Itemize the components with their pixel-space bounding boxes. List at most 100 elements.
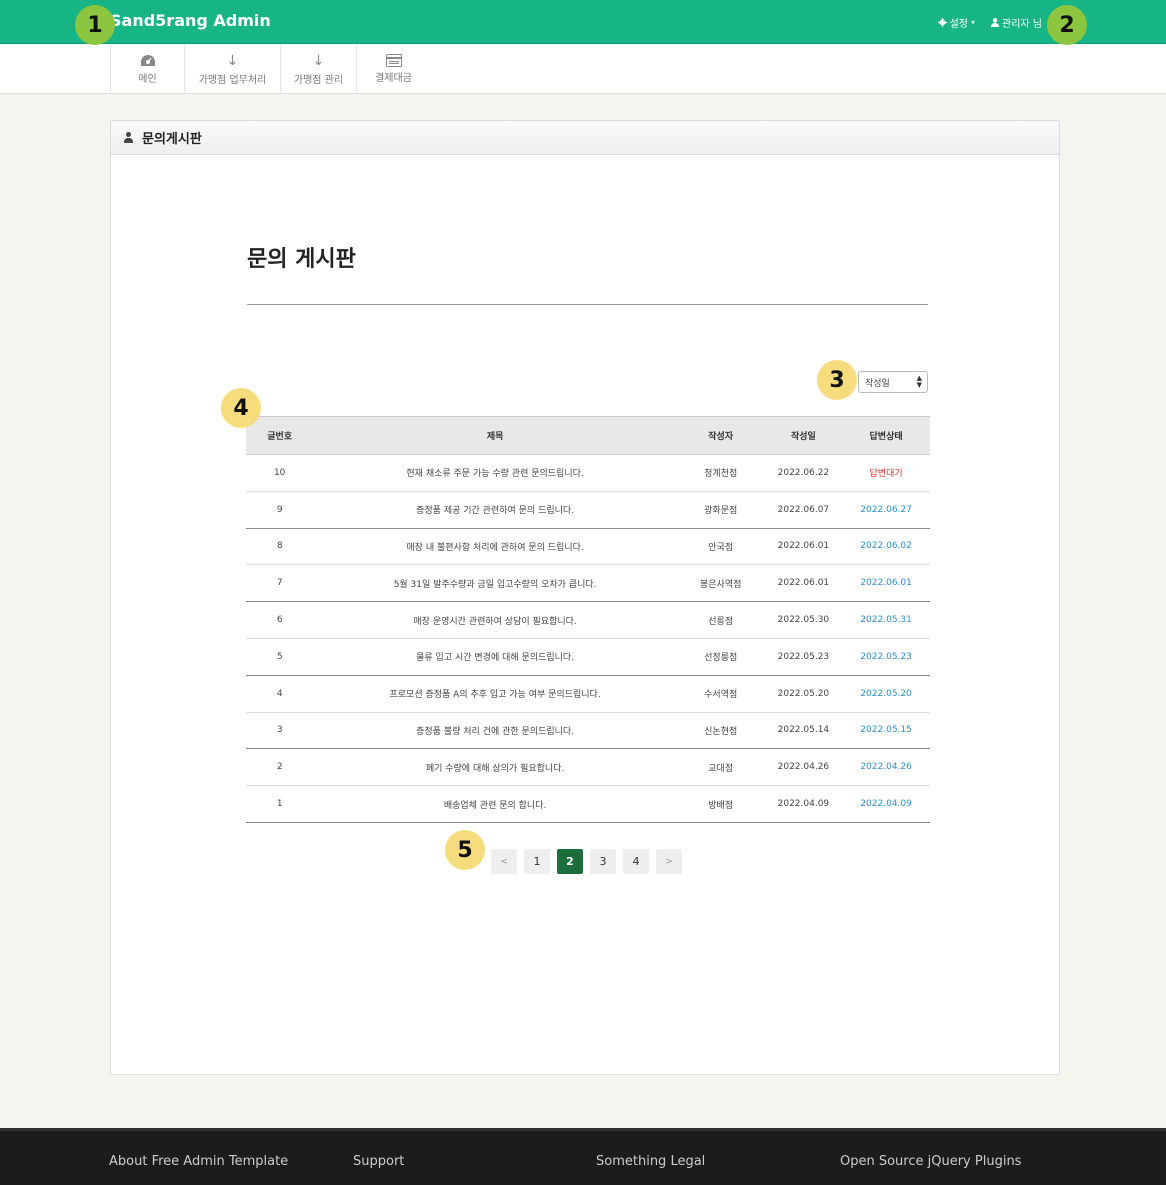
cell-author: 방배점 (676, 785, 765, 823)
cell-date: 2022.05.14 (764, 712, 843, 750)
user-label: 관리자 님 (1002, 19, 1042, 30)
nav-label: 결제대금 (375, 73, 412, 84)
cell-title[interactable]: 폐기 수량에 대해 상의가 필요합니다. (313, 748, 677, 787)
cell-author: 교대점 (676, 748, 765, 787)
page-button-2[interactable]: 2 (557, 849, 583, 874)
page-button-1[interactable]: 1 (524, 849, 550, 874)
cell-status: 2022.05.23 (842, 638, 930, 676)
annotation-marker-1: 1 (75, 5, 115, 45)
column-header-title[interactable]: 제목 (313, 416, 677, 455)
cell-no: 5 (246, 638, 314, 676)
page-button-4[interactable]: 4 (623, 849, 649, 874)
column-header-author[interactable]: 작성자 (676, 416, 765, 455)
settings-menu[interactable]: 설정 ▾ (937, 15, 976, 30)
nav-item-store-management[interactable]: ↓ 가맹점 관리 (280, 44, 356, 94)
table-row[interactable]: 2 폐기 수량에 대해 상의가 필요합니다. 교대점 2022.04.26 2022.0… (246, 748, 930, 787)
column-header-date[interactable]: 작성일 (764, 416, 843, 455)
cell-no: 2 (246, 748, 314, 787)
sort-selected-value: 작성일 (865, 378, 890, 389)
cell-title[interactable]: 매장 내 불편사항 처리에 관하여 문의 드립니다. (313, 528, 677, 566)
table-row[interactable]: 8 매장 내 불편사항 처리에 관하여 문의 드립니다. 안국점 2022.06.01… (246, 528, 930, 566)
panel-header: 문의게시판 (111, 121, 1059, 155)
cell-title[interactable]: 물류 입고 시간 변경에 대해 문의드립니다. (313, 638, 677, 676)
footer-link-support[interactable]: Support (353, 1154, 404, 1169)
user-menu[interactable]: 관리자 님 (991, 15, 1042, 30)
footer-link-about[interactable]: About Free Admin Template (109, 1154, 288, 1169)
prev-page-button[interactable]: < (491, 849, 517, 874)
footer: About Free Admin Template Support Someth… (0, 1128, 1166, 1185)
table-row[interactable]: 3 증정품 불량 처리 건에 관한 문의드립니다. 신논현점 2022.05.14 20… (246, 712, 930, 750)
nav-label: 메인 (138, 73, 157, 85)
cell-title[interactable]: 프로모션 증정품 A의 추후 입고 가능 여부 문의드립니다. (313, 675, 677, 713)
arrow-down-icon: ↓ (226, 52, 239, 69)
dashboard-icon (140, 54, 155, 66)
table-row[interactable]: 9 증정품 제공 기간 관련하여 문의 드립니다. 광화문점 2022.06.07 20… (246, 491, 930, 529)
cell-author: 청계천점 (676, 454, 765, 492)
top-bar: Sand5rang Admin 설정 ▾ 관리자 님 (0, 0, 1166, 44)
table-row[interactable]: 4 프로모션 증정품 A의 추후 입고 가능 여부 문의드립니다. 수서역점 2022… (246, 675, 930, 713)
cell-title[interactable]: 배송업체 관련 문의 합니다. (313, 785, 677, 823)
cell-title[interactable]: 매장 운영시간 관련하여 상담이 필요합니다. (313, 601, 677, 639)
cell-status: 답변대기 (842, 454, 930, 492)
cell-no: 6 (246, 601, 314, 639)
next-page-button[interactable]: > (656, 849, 682, 874)
cell-date: 2022.06.07 (764, 491, 843, 529)
cell-author: 신논현점 (676, 712, 765, 750)
cell-date: 2022.06.01 (764, 564, 843, 603)
nav-item-payment[interactable]: 결제대금 (356, 44, 430, 94)
user-icon (123, 132, 134, 143)
column-header-status[interactable]: 답변상태 (842, 416, 930, 455)
table-row[interactable]: 7 5월 31일 발주수량과 금일 입고수량의 오차가 큽니다. 봉은사역점 2022… (246, 564, 930, 603)
inquiry-board-panel: 문의게시판 문의 게시판 작성일 ▲ ▼ 글번호 제목 작성자 작성일 답변상태 … (110, 120, 1060, 1075)
cell-author: 선정릉점 (676, 638, 765, 676)
nav-label: 가맹점 업무처리 (198, 74, 267, 86)
main-nav: 메인 ↓ 가맹점 업무처리 ↓ 가맹점 관리 결제대금 (110, 44, 430, 94)
select-arrows-icon: ▲ ▼ (916, 374, 922, 389)
nav-item-store-tasks[interactable]: ↓ 가맹점 업무처리 (184, 44, 280, 94)
cell-no: 7 (246, 564, 314, 603)
table-row[interactable]: 5 물류 입고 시간 변경에 대해 문의드립니다. 선정릉점 2022.05.23 20… (246, 638, 930, 676)
cell-author: 광화문점 (676, 491, 765, 529)
cell-status: 2022.05.15 (842, 712, 930, 750)
gear-icon (937, 18, 947, 27)
cell-no: 4 (246, 675, 314, 713)
annotation-marker-3: 3 (817, 360, 857, 400)
page-title: 문의 게시판 (247, 247, 356, 272)
cell-status: 2022.04.26 (842, 748, 930, 787)
table-row[interactable]: 10 현재 채소류 주문 가능 수량 관련 문의드립니다. 청계천점 2022.06.… (246, 454, 930, 492)
cell-status: 2022.06.01 (842, 564, 930, 603)
chevron-down-icon: ▾ (971, 18, 976, 27)
cell-title[interactable]: 현재 채소류 주문 가능 수량 관련 문의드립니다. (313, 454, 677, 492)
cell-author: 수서역점 (676, 675, 765, 713)
cell-status: 2022.04.09 (842, 785, 930, 823)
panel-heading: 문의게시판 (142, 132, 202, 147)
nav-label: 가맹점 관리 (293, 74, 344, 86)
cell-date: 2022.05.30 (764, 601, 843, 639)
cell-title[interactable]: 5월 31일 발주수량과 금일 입고수량의 오차가 큽니다. (313, 564, 677, 603)
footer-link-plugins[interactable]: Open Source jQuery Plugins (840, 1154, 1021, 1169)
nav-item-main[interactable]: 메인 (110, 44, 184, 94)
cell-status: 2022.05.20 (842, 675, 930, 713)
footer-link-legal[interactable]: Something Legal (596, 1154, 705, 1169)
pagination: < 1 2 3 4 > (491, 849, 682, 874)
settings-label: 설정 (949, 19, 968, 30)
brand-title[interactable]: Sand5rang Admin (110, 11, 271, 30)
column-header-no[interactable]: 글번호 (246, 416, 314, 455)
table-row[interactable]: 1 배송업체 관련 문의 합니다. 방배점 2022.04.09 2022.04.09 (246, 785, 930, 823)
cell-date: 2022.05.20 (764, 675, 843, 713)
cell-no: 1 (246, 785, 314, 823)
cell-no: 10 (246, 454, 314, 492)
annotation-marker-2: 2 (1047, 5, 1087, 45)
inquiry-table: 글번호 제목 작성자 작성일 답변상태 10 현재 채소류 주문 가능 수량 관련… (246, 416, 930, 823)
cell-no: 9 (246, 491, 314, 529)
cell-date: 2022.04.26 (764, 748, 843, 787)
cell-date: 2022.06.22 (764, 454, 843, 492)
annotation-marker-4: 4 (221, 388, 261, 428)
sort-select[interactable]: 작성일 ▲ ▼ (858, 371, 928, 393)
arrow-down-icon: ↓ (312, 52, 325, 69)
cell-title[interactable]: 증정품 불량 처리 건에 관한 문의드립니다. (313, 712, 677, 750)
cell-title[interactable]: 증정품 제공 기간 관련하여 문의 드립니다. (313, 491, 677, 529)
cell-no: 3 (246, 712, 314, 750)
table-row[interactable]: 6 매장 운영시간 관련하여 상담이 필요합니다. 선릉점 2022.05.30 202… (246, 601, 930, 639)
page-button-3[interactable]: 3 (590, 849, 616, 874)
